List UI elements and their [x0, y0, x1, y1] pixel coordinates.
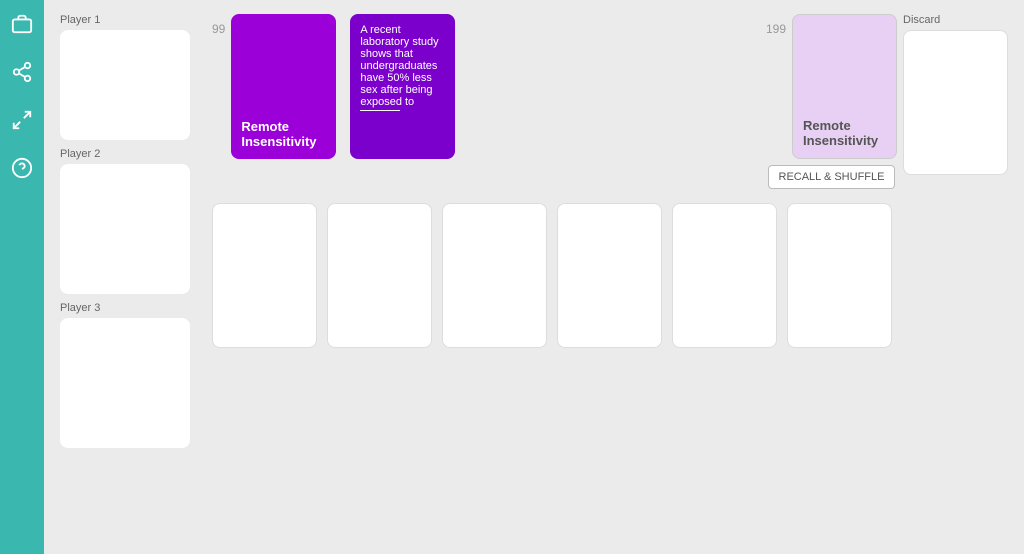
- hand-card-6[interactable]: [787, 203, 892, 348]
- blank-underline: [360, 110, 400, 111]
- player-1-label: Player 1: [60, 14, 200, 26]
- left-deck-count: 99: [212, 22, 225, 36]
- white-card-text: A recent laboratory study shows that und…: [360, 24, 445, 108]
- discard-card: [903, 30, 1008, 175]
- player-1-card-area: [60, 30, 190, 140]
- player-3-panel: Player 3: [60, 302, 200, 448]
- fullscreen-icon[interactable]: [8, 106, 36, 134]
- share-icon[interactable]: [8, 58, 36, 86]
- briefcase-icon[interactable]: [8, 10, 36, 38]
- hand-row: [212, 203, 1008, 348]
- hand-card-1[interactable]: [212, 203, 317, 348]
- main-content: Player 1 Player 2 Player 3 99 Remote In: [44, 0, 1024, 554]
- hand-card-4[interactable]: [557, 203, 662, 348]
- recall-card[interactable]: Remote Insensitivity: [792, 14, 897, 159]
- black-card[interactable]: Remote Insensitivity: [231, 14, 336, 159]
- hand-card-3[interactable]: [442, 203, 547, 348]
- player-1-panel: Player 1: [60, 14, 200, 140]
- player-2-panel: Player 2: [60, 148, 200, 294]
- help-icon[interactable]: [8, 154, 36, 182]
- recall-section: 199 Remote Insensitivity RECALL & SHUFFL…: [766, 14, 897, 189]
- players-column: Player 1 Player 2 Player 3: [60, 14, 200, 540]
- sidebar: [0, 0, 44, 554]
- recall-card-text: Remote Insensitivity: [803, 118, 886, 148]
- discard-label: Discard: [903, 14, 940, 26]
- right-deck-count: 199: [766, 22, 786, 36]
- black-card-text: Remote Insensitivity: [241, 119, 326, 149]
- player-3-label: Player 3: [60, 302, 200, 314]
- hand-card-2[interactable]: [327, 203, 432, 348]
- top-cards-row: 99 Remote Insensitivity A recent laborat…: [212, 14, 1008, 189]
- recall-shuffle-button[interactable]: RECALL & SHUFFLE: [768, 165, 896, 189]
- white-question-card[interactable]: A recent laboratory study shows that und…: [350, 14, 455, 159]
- hand-card-5[interactable]: [672, 203, 777, 348]
- player-3-card-area: [60, 318, 190, 448]
- content-wrapper: Player 1 Player 2 Player 3 99 Remote In: [60, 14, 1008, 540]
- player-2-card-area: [60, 164, 190, 294]
- discard-section: Discard: [903, 14, 1008, 175]
- player-2-label: Player 2: [60, 148, 200, 160]
